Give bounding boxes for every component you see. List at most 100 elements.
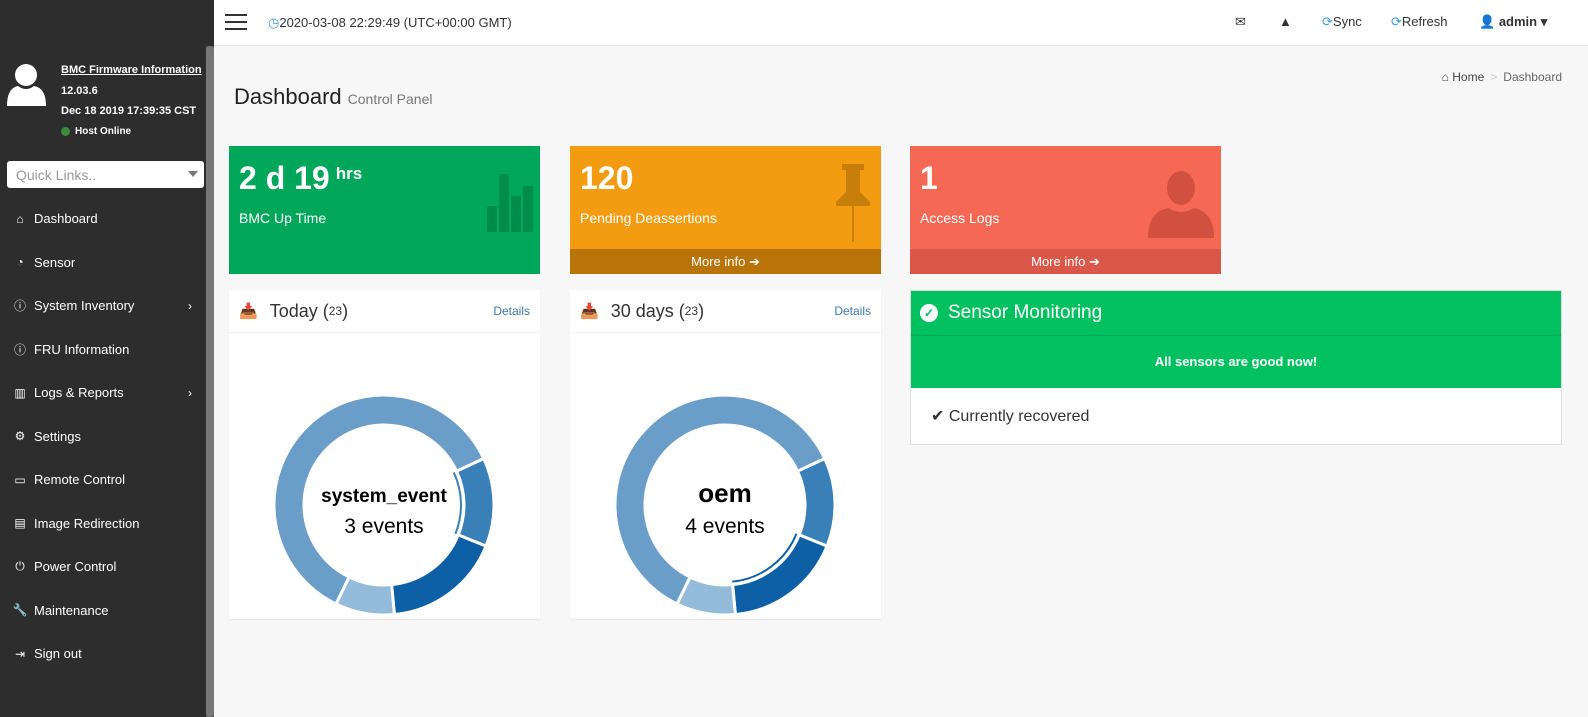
sidebar-item-label: Sensor xyxy=(34,254,76,270)
today-donut-chart: system_event 3 events xyxy=(272,393,496,617)
firmware-info-link[interactable]: BMC Firmware Information xyxy=(61,64,202,76)
arrow-circle-right-icon: ➔ xyxy=(1088,254,1100,269)
sidebar-item-sign-out[interactable]: ⇥ Sign out xyxy=(0,632,206,676)
donut-segment[interactable] xyxy=(389,532,488,617)
sidebar-item-label: Logs & Reports xyxy=(34,385,124,401)
donut-segment[interactable] xyxy=(730,532,829,617)
sidebar-item-settings[interactable]: ⚙ Settings xyxy=(0,415,206,459)
details-link[interactable]: Details xyxy=(493,304,530,318)
panel-title: Today xyxy=(269,300,318,321)
monitor-icon: ▭ xyxy=(14,472,26,487)
panel-title: 30 days xyxy=(610,300,674,321)
top-bar: ◷2020-03-08 22:29:49 (UTC+00:00 GMT) ✉ ▲… xyxy=(214,0,1588,46)
sidebar: BMC Firmware Information 12.03.6 Dec 18 … xyxy=(0,0,214,717)
deassertions-box: 120 Pending Deassertions More info ➔ xyxy=(570,146,881,274)
sidebar-nav: ⌂ Dashboard ◔ Sensor ⓘ System Inventory › ⓘ FRU … xyxy=(0,197,206,676)
uptime-value: 2 d 19 xyxy=(239,160,330,196)
uptime-unit: hrs xyxy=(335,164,363,183)
user-icon: 👤 xyxy=(1479,14,1496,29)
sidebar-item-dashboard[interactable]: ⌂ Dashboard xyxy=(0,197,206,241)
access-logs-label: Access Logs xyxy=(920,210,1000,226)
home-icon: ⌂ xyxy=(16,211,24,226)
sidebar-item-system-inventory[interactable]: ⓘ System Inventory › xyxy=(0,284,206,328)
gear-icon: ⚙ xyxy=(14,429,26,444)
refresh-icon: ⟳ xyxy=(1391,14,1402,29)
info-icon: ⓘ xyxy=(13,299,26,314)
donut-segment[interactable] xyxy=(454,456,496,549)
wrench-icon: 🔧 xyxy=(12,603,28,618)
chevron-down-icon xyxy=(188,171,198,177)
donut-center-value: 3 events xyxy=(344,515,423,538)
user-name: admin xyxy=(1498,14,1538,29)
panel-count: 23 xyxy=(328,304,343,318)
more-info-label: More info xyxy=(1031,254,1086,269)
user-silhouette-icon xyxy=(1148,171,1214,238)
deassertions-more-info[interactable]: More info ➔ xyxy=(570,249,881,274)
sync-button[interactable]: ⟳Sync xyxy=(1322,14,1362,30)
today-events-panel: 📥 Today (23) Details system_event 3 events xyxy=(229,290,540,619)
page-title-text: Dashboard xyxy=(234,84,342,109)
sidebar-item-logs-reports[interactable]: ▥ Logs & Reports › xyxy=(0,371,206,415)
user-menu[interactable]: 👤 admin ▾ xyxy=(1479,14,1547,30)
sidebar-item-label: Remote Control xyxy=(34,472,126,488)
breadcrumb-home[interactable]: Home xyxy=(1452,70,1484,84)
bar-chart-icon xyxy=(487,174,533,232)
drive-icon: ▤ xyxy=(14,516,26,531)
info-icon: ⓘ xyxy=(13,342,26,357)
power-icon: ⏻ xyxy=(15,559,25,574)
sidebar-scrollbar[interactable] xyxy=(206,46,214,717)
sensor-monitoring-panel: ✓ Sensor Monitoring All sensors are good … xyxy=(910,290,1562,445)
deassertions-label: Pending Deassertions xyxy=(580,210,717,226)
refresh-button[interactable]: ⟳Refresh xyxy=(1391,14,1447,30)
uptime-box: 2 d 19 hrs BMC Up Time xyxy=(229,146,540,274)
menu-toggle-icon[interactable] xyxy=(225,14,247,35)
sidebar-item-label: FRU Information xyxy=(34,341,130,357)
access-logs-more-info[interactable]: More info ➔ xyxy=(910,249,1221,274)
chevron-right-icon: › xyxy=(188,298,192,313)
sensor-title: Sensor Monitoring xyxy=(948,302,1103,323)
inbox-icon: 📥 xyxy=(580,303,599,320)
sidebar-item-label: Image Redirection xyxy=(34,515,140,531)
inbox-icon: 📥 xyxy=(239,303,258,320)
check-circle-icon: ✓ xyxy=(920,304,938,322)
quick-links-select[interactable]: Quick Links.. xyxy=(7,161,204,188)
panel-count: 23 xyxy=(684,304,699,318)
refresh-label: Refresh xyxy=(1401,14,1448,29)
sidebar-item-label: System Inventory xyxy=(34,298,135,314)
sidebar-item-sensor[interactable]: ◔ Sensor xyxy=(0,241,206,285)
warning-icon[interactable]: ▲ xyxy=(1279,14,1292,29)
page-title: Dashboard Control Panel xyxy=(234,84,432,110)
page-subtitle: Control Panel xyxy=(347,91,433,107)
envelope-icon[interactable]: ✉ xyxy=(1235,14,1246,30)
details-link[interactable]: Details xyxy=(834,304,871,318)
firmware-build-date: Dec 18 2019 17:39:35 CST xyxy=(61,105,197,117)
sidebar-item-maintenance[interactable]: 🔧 Maintenance xyxy=(0,589,206,633)
donut-segment[interactable] xyxy=(795,456,837,549)
30-days-events-panel: 📥 30 days (23) Details oem 4 events xyxy=(570,290,881,619)
sidebar-item-label: Dashboard xyxy=(34,211,98,227)
sensor-status: All sensors are good now! xyxy=(911,335,1561,388)
access-logs-value: 1 xyxy=(920,160,938,196)
clock-icon: ◷ xyxy=(268,15,280,30)
breadcrumb: ⌂ Home > Dashboard xyxy=(1441,70,1562,84)
firmware-version: 12.03.6 xyxy=(61,84,98,97)
bar-chart-icon: ▥ xyxy=(14,385,26,400)
sync-icon: ⟳ xyxy=(1322,14,1333,29)
deassertions-value: 120 xyxy=(580,160,634,196)
home-icon: ⌂ xyxy=(1441,70,1449,84)
sidebar-item-power-control[interactable]: ⏻ Power Control xyxy=(0,545,206,589)
donut-center-name: system_event xyxy=(321,486,447,507)
sidebar-item-label: Power Control xyxy=(34,559,117,575)
sidebar-item-fru-information[interactable]: ⓘ FRU Information xyxy=(0,328,206,372)
sidebar-item-image-redirection[interactable]: ▤ Image Redirection xyxy=(0,502,206,546)
donut-center-name: oem xyxy=(698,478,751,508)
30-days-donut-chart: oem 4 events xyxy=(613,393,837,617)
host-status-dot xyxy=(61,127,70,137)
datetime: 2020-03-08 22:29:49 (UTC+00:00 GMT) xyxy=(279,15,512,30)
sensor-recovered: Currently recovered xyxy=(948,408,1090,425)
sidebar-item-remote-control[interactable]: ▭ Remote Control xyxy=(0,458,206,502)
donut-center-value: 4 events xyxy=(685,515,764,538)
sidebar-item-label: Settings xyxy=(34,428,81,444)
uptime-label: BMC Up Time xyxy=(239,210,327,226)
arrow-circle-right-icon: ➔ xyxy=(748,254,760,269)
